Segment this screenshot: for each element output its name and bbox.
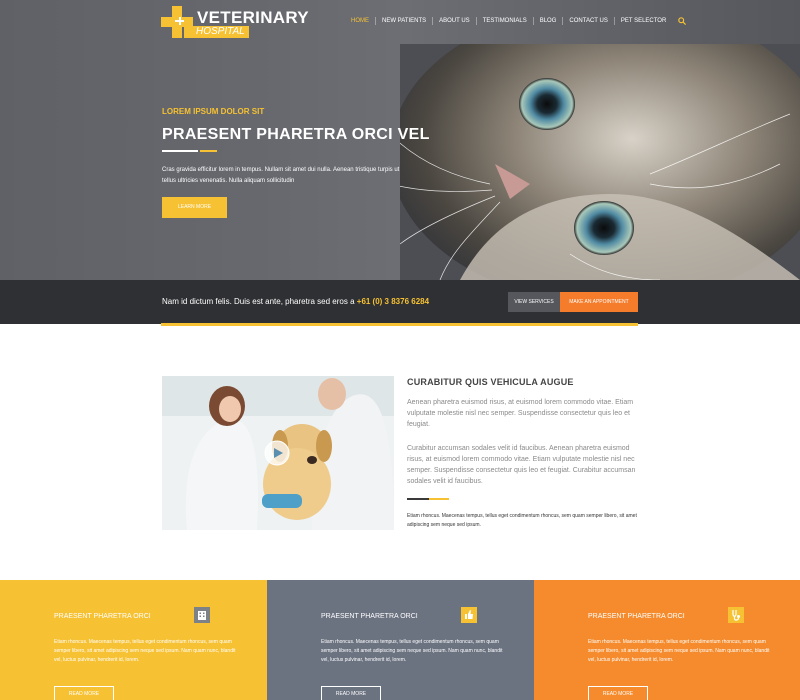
hero-text: Cras gravida efficitur lorem in tempus. …: [162, 167, 400, 184]
read-more-button[interactable]: READ MORE: [321, 686, 381, 700]
feature-text: Etiam rhoncus. Maecenas tempus, tellus e…: [321, 639, 503, 663]
about-paragraph-1: Aenean pharetra euismod risus, at euismo…: [407, 399, 634, 428]
hero-banner: VETERINARY HOSPITAL HOME NEW PATIENTS AB…: [0, 0, 800, 280]
feature-title: PRAESENT PHARETRA ORCI: [321, 613, 418, 620]
nav-new-patients[interactable]: NEW PATIENTS: [375, 17, 432, 25]
view-services-button[interactable]: VIEW SERVICES: [508, 292, 560, 312]
cta-message: Nam id dictum felis. Duis est ante, phar…: [162, 297, 357, 306]
cta-underline: [161, 323, 638, 326]
feature-card-2: PRAESENT PHARETRA ORCI Etiam rhoncus. Ma…: [267, 580, 534, 700]
nav-blog[interactable]: BLOG: [532, 17, 563, 25]
search-icon[interactable]: [678, 17, 687, 25]
about-divider: [407, 498, 449, 500]
read-more-button[interactable]: READ MORE: [588, 686, 648, 700]
about-title: CURABITUR QUIS VEHICULA AUGUE: [407, 377, 574, 387]
feature-text: Etiam rhoncus. Maecenas tempus, tellus e…: [54, 639, 236, 663]
nav-about-us[interactable]: ABOUT US: [432, 17, 476, 25]
about-note: Etiam rhoncus. Maecenas tempus, tellus e…: [407, 513, 637, 528]
play-video-icon[interactable]: [264, 440, 290, 466]
stethoscope-icon: [728, 607, 744, 623]
feature-card-3: PRAESENT PHARETRA ORCI Etiam rhoncus. Ma…: [534, 580, 800, 700]
main-nav: HOME NEW PATIENTS ABOUT US TESTIMONIALS …: [345, 17, 687, 25]
cta-phone[interactable]: +61 (0) 3 8376 6284: [357, 297, 429, 306]
feature-card-1: PRAESENT PHARETRA ORCI Etiam rhoncus. Ma…: [0, 580, 267, 700]
hero-title: PRAESENT PHARETRA ORCI VEL: [162, 126, 430, 143]
feature-title: PRAESENT PHARETRA ORCI: [588, 613, 685, 620]
hero-divider: [162, 150, 217, 152]
hero-kicker: LOREM IPSUM DOLOR SIT: [162, 107, 265, 116]
feature-text: Etiam rhoncus. Maecenas tempus, tellus e…: [588, 639, 770, 663]
logo-title: VETERINARY: [197, 8, 309, 27]
thumbs-up-icon: [461, 607, 477, 623]
about-paragraph-2: Curabitur accumsan sodales velit id fauc…: [407, 445, 636, 485]
logo[interactable]: VETERINARY HOSPITAL: [161, 6, 321, 40]
logo-subtitle: HOSPITAL: [184, 26, 249, 38]
nav-home[interactable]: HOME: [345, 17, 375, 25]
building-icon: [194, 607, 210, 623]
nav-pet-selector[interactable]: PET SELECTOR: [613, 17, 672, 25]
nav-testimonials[interactable]: TESTIMONIALS: [475, 17, 533, 25]
read-more-button[interactable]: READ MORE: [54, 686, 114, 700]
nav-contact-us[interactable]: CONTACT US: [562, 17, 613, 25]
kitten-photo: [400, 44, 800, 280]
learn-more-button[interactable]: LEARN MORE: [162, 197, 227, 218]
make-appointment-button[interactable]: MAKE AN APPOINTMENT: [560, 292, 638, 312]
cta-text: Nam id dictum felis. Duis est ante, phar…: [162, 297, 429, 306]
feature-title: PRAESENT PHARETRA ORCI: [54, 613, 151, 620]
